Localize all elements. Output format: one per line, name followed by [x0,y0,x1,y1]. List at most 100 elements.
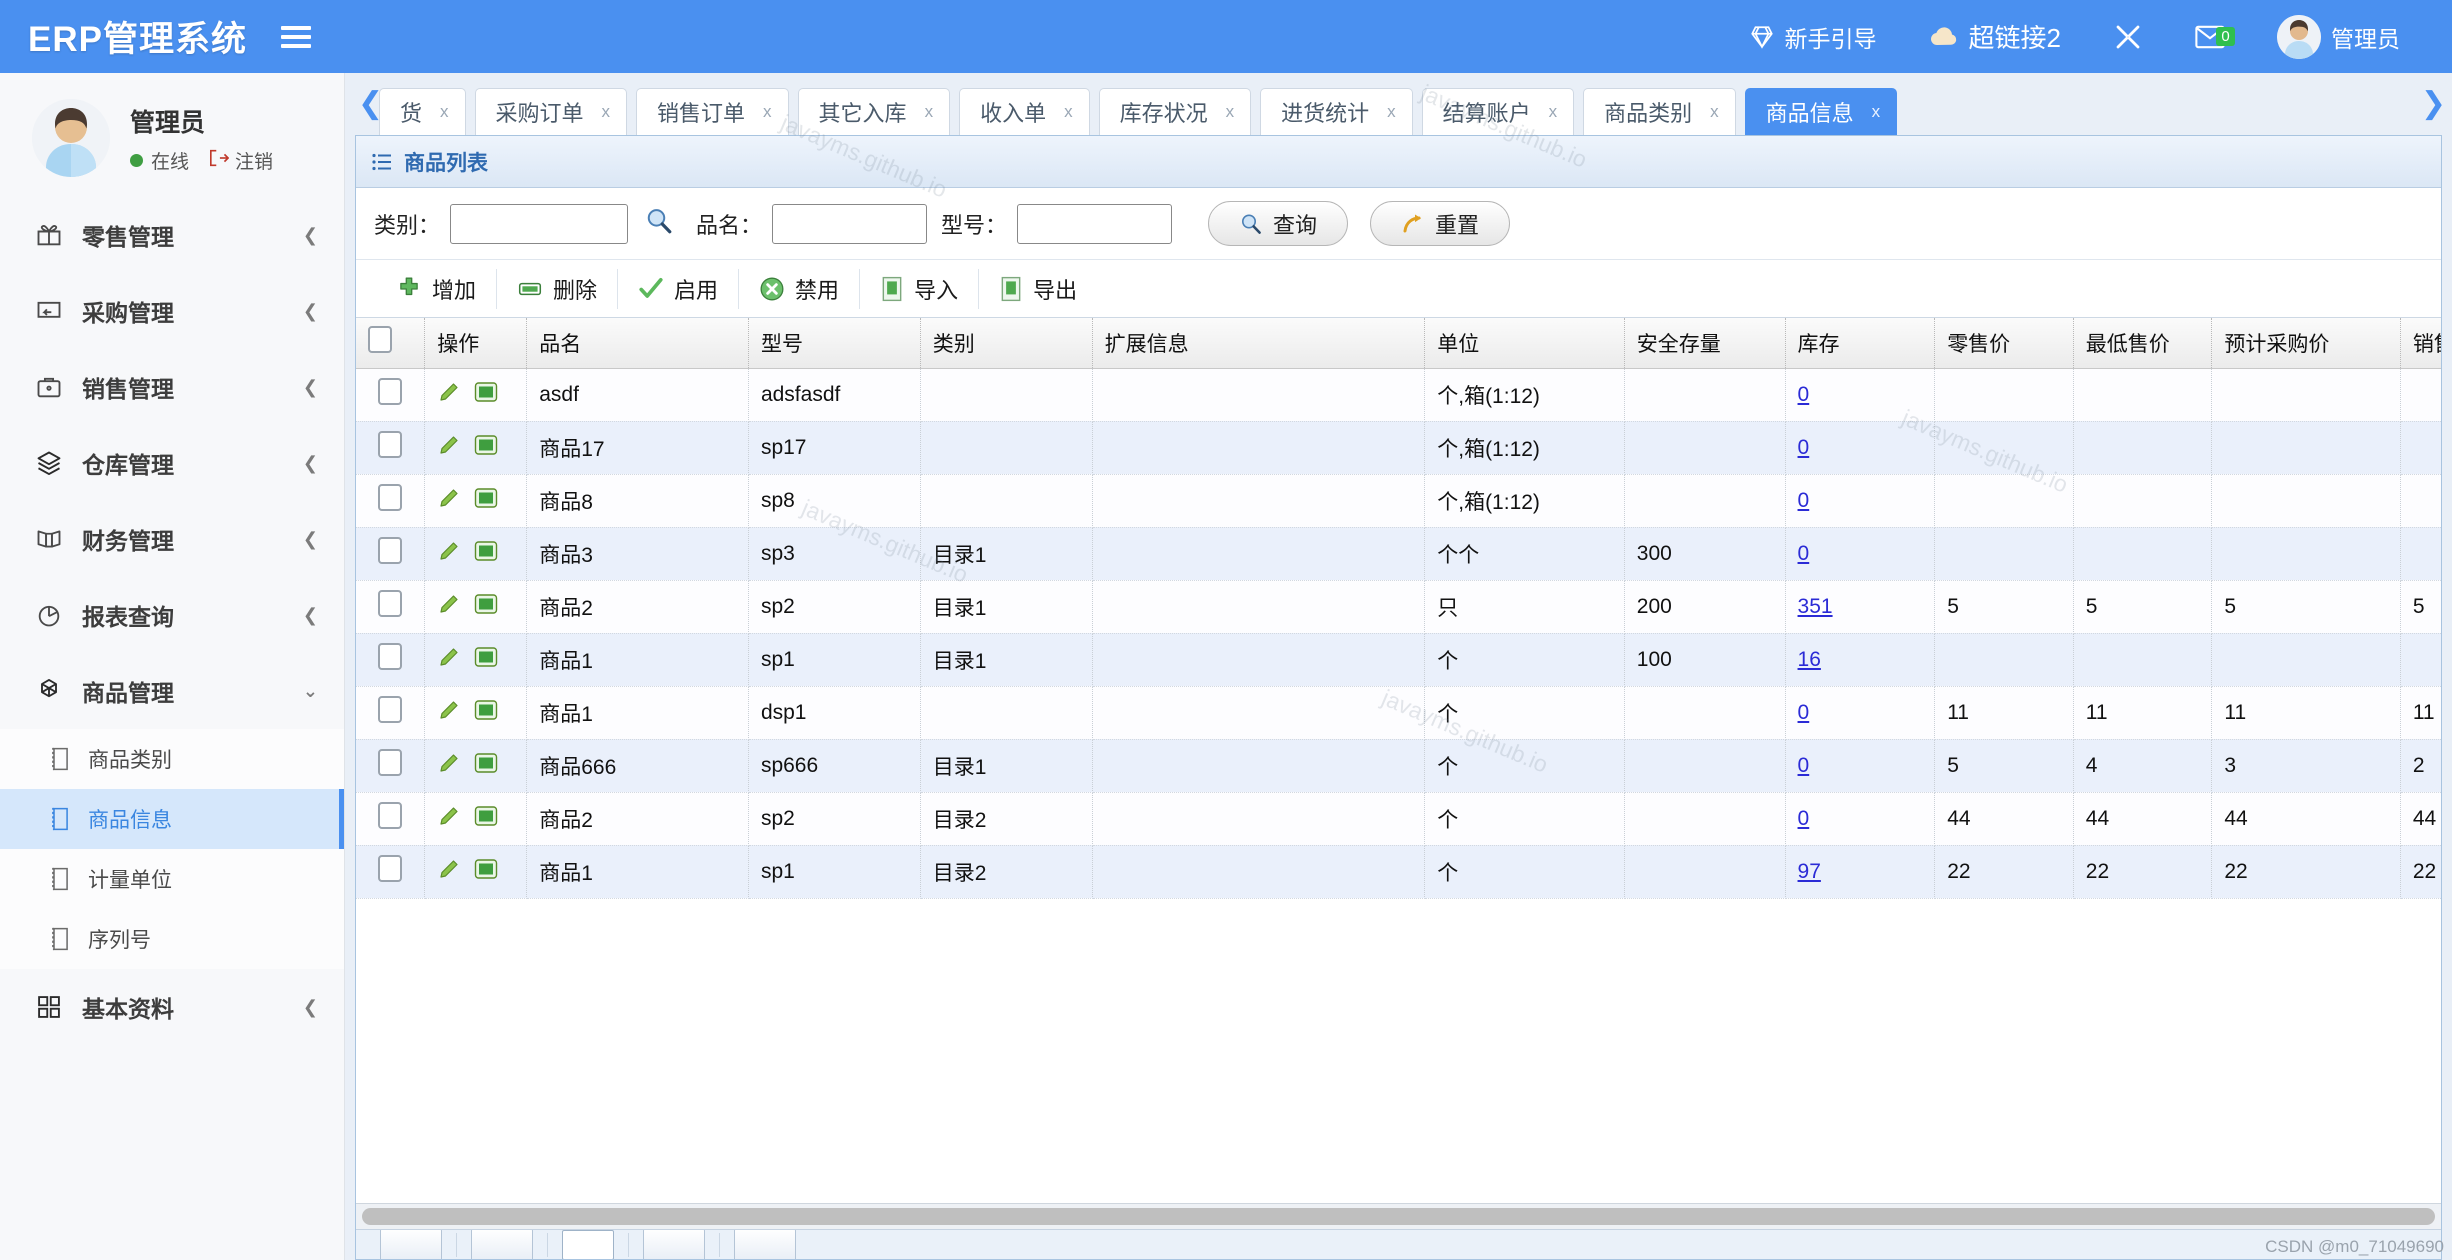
row-actions[interactable] [425,633,527,686]
tab-product-category[interactable]: 商品类别 x [1583,88,1736,135]
row-actions[interactable] [425,792,527,845]
sidebar-item-product-info[interactable]: 商品信息 [0,789,344,849]
checkbox-icon[interactable] [368,326,392,353]
stock-link[interactable]: 0 [1798,807,1810,830]
product-table-scroll[interactable]: 操作 品名 型号 类别 扩展信息 单位 安全存量 库存 零售价 最低售价 预计采 [356,318,2441,1203]
row-checkbox-cell[interactable] [356,421,425,474]
search-picker-icon[interactable] [644,206,674,241]
page-refresh-button[interactable] [734,1229,796,1259]
delete-button[interactable]: 删除 [497,269,618,309]
table-row[interactable]: 商品8 sp8 个,箱(1:12) 0 [356,474,2441,527]
row-checkbox-cell[interactable] [356,580,425,633]
tab-scroll-right-icon[interactable]: ❯ [2421,87,2446,121]
checkbox-icon[interactable] [378,484,402,511]
close-icon[interactable]: x [925,102,934,122]
checkbox-icon[interactable] [378,537,402,564]
cell-stock[interactable]: 0 [1785,739,1935,792]
stock-link[interactable]: 351 [1798,595,1833,618]
query-button[interactable]: 查询 [1208,201,1348,246]
tab-purchase-stats[interactable]: 进货统计 x [1260,88,1413,135]
pencil-icon[interactable] [437,433,461,463]
stock-link[interactable]: 0 [1798,489,1810,512]
pencil-icon[interactable] [437,698,461,728]
cell-stock[interactable]: 0 [1785,792,1935,845]
checkbox-icon[interactable] [378,431,402,458]
tab-product-info[interactable]: 商品信息 x [1745,88,1898,135]
messages-button[interactable]: 0 [2169,25,2251,49]
stock-link[interactable]: 16 [1798,648,1821,671]
status-green-icon[interactable] [474,858,498,886]
name-input[interactable] [772,204,927,244]
row-actions[interactable] [425,739,527,792]
sidebar-item-warehouse[interactable]: 仓库管理 ❮ [0,425,344,501]
cell-stock[interactable]: 0 [1785,421,1935,474]
row-checkbox-cell[interactable] [356,368,425,421]
scrollbar-thumb[interactable] [362,1208,2435,1225]
pencil-icon[interactable] [437,645,461,675]
row-checkbox-cell[interactable] [356,686,425,739]
pencil-icon[interactable] [437,380,461,410]
status-green-icon[interactable] [474,699,498,727]
table-row[interactable]: 商品2 sp2 目录1 只 200 351 5 5 5 5 [356,580,2441,633]
sidebar-item-purchase[interactable]: 采购管理 ❮ [0,273,344,349]
row-actions[interactable] [425,845,527,898]
table-row[interactable]: 商品666 sp666 目录1 个 0 5 4 3 2 [356,739,2441,792]
status-green-icon[interactable] [474,434,498,462]
row-actions[interactable] [425,527,527,580]
stock-link[interactable]: 0 [1798,542,1810,565]
status-green-icon[interactable] [474,593,498,621]
guide-button[interactable]: 新手引导 [1723,20,1903,54]
status-green-icon[interactable] [474,487,498,515]
tab-other-inbound[interactable]: 其它入库 x [798,88,951,135]
cell-stock[interactable]: 351 [1785,580,1935,633]
model-input[interactable] [1017,204,1172,244]
page-number-input[interactable] [562,1230,614,1260]
cell-stock[interactable]: 0 [1785,686,1935,739]
tab-scroll-left-icon[interactable]: ❮ [358,87,383,121]
row-checkbox-cell[interactable] [356,633,425,686]
sidebar-item-serial[interactable]: 序列号 [0,909,344,969]
enable-button[interactable]: 启用 [618,269,739,309]
tab-purchase-order[interactable]: 采购订单 x [475,88,628,135]
user-menu[interactable]: 管理员 [2251,15,2426,59]
category-input[interactable] [450,204,628,244]
table-row[interactable]: asdf adsfasdf 个,箱(1:12) 0 [356,368,2441,421]
fullscreen-button[interactable] [2087,22,2169,52]
stock-link[interactable]: 97 [1798,860,1821,883]
sidebar-item-product-category[interactable]: 商品类别 [0,729,344,789]
pencil-icon[interactable] [437,592,461,622]
close-icon[interactable]: x [1064,102,1073,122]
cell-stock[interactable]: 0 [1785,527,1935,580]
status-green-icon[interactable] [474,540,498,568]
table-row[interactable]: 商品1 dsp1 个 0 11 11 11 11 [356,686,2441,739]
pencil-icon[interactable] [437,539,461,569]
page-prev-button[interactable] [471,1229,533,1259]
sidebar-item-product[interactable]: 商品管理 ⌄ [0,653,344,729]
disable-button[interactable]: 禁用 [739,269,860,309]
table-row[interactable]: 商品1 sp1 目录2 个 97 22 22 22 22 [356,845,2441,898]
sidebar-item-retail[interactable]: 零售管理 ❮ [0,197,344,273]
checkbox-icon[interactable] [378,378,402,405]
cell-stock[interactable]: 0 [1785,474,1935,527]
tab-settlement-account[interactable]: 结算账户 x [1422,88,1575,135]
pencil-icon[interactable] [437,857,461,887]
close-icon[interactable]: x [1710,102,1719,122]
sidebar-item-basic-data[interactable]: 基本资料 ❮ [0,969,344,1045]
row-checkbox-cell[interactable] [356,527,425,580]
close-icon[interactable]: x [763,102,772,122]
checkbox-icon[interactable] [378,643,402,670]
close-icon[interactable]: x [440,102,449,122]
table-row[interactable]: 商品17 sp17 个,箱(1:12) 0 [356,421,2441,474]
cell-stock[interactable]: 97 [1785,845,1935,898]
tab-huo[interactable]: 货 x [379,88,466,135]
stock-link[interactable]: 0 [1798,701,1810,724]
close-icon[interactable]: x [1872,102,1881,122]
checkbox-icon[interactable] [378,802,402,829]
table-row[interactable]: 商品2 sp2 目录2 个 0 44 44 44 44 [356,792,2441,845]
pencil-icon[interactable] [437,804,461,834]
status-green-icon[interactable] [474,646,498,674]
pencil-icon[interactable] [437,486,461,516]
tab-stock-status[interactable]: 库存状况 x [1099,88,1252,135]
sidebar-item-finance[interactable]: 财务管理 ❮ [0,501,344,577]
row-actions[interactable] [425,368,527,421]
